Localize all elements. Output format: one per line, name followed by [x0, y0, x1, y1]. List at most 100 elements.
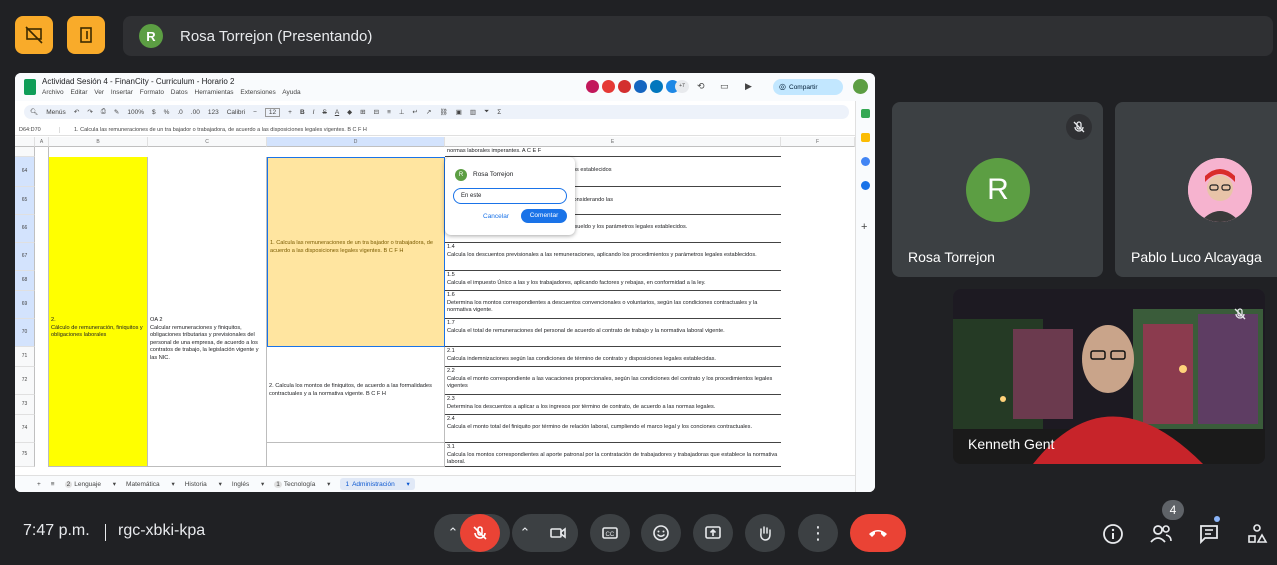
font-size-minus[interactable]: −: [253, 109, 257, 116]
history-icon[interactable]: ⟲: [697, 81, 705, 92]
all-sheets-icon[interactable]: ≡: [51, 481, 55, 488]
tab-ingles[interactable]: Inglés ▾: [232, 480, 264, 488]
row-header[interactable]: [15, 147, 35, 157]
chart-icon[interactable]: ▥: [470, 108, 476, 116]
merge-icon[interactable]: ⊟: [374, 108, 379, 116]
row-header[interactable]: 75: [15, 443, 35, 467]
tasks-icon[interactable]: [861, 157, 870, 166]
currency-button[interactable]: $: [152, 109, 156, 116]
borders-icon[interactable]: ⊞: [360, 108, 365, 116]
tab-administracion[interactable]: 1 Administración ▾: [340, 478, 415, 490]
chat-button[interactable]: [1197, 516, 1221, 546]
zoom-select[interactable]: 100%: [127, 109, 144, 116]
pin-presentation-button[interactable]: [67, 16, 105, 54]
add-sheet-icon[interactable]: +: [37, 481, 41, 488]
fill-color-icon[interactable]: ◆: [347, 108, 352, 116]
cell-d2[interactable]: 2. Calcula los montos de finiquitos, de …: [267, 347, 445, 443]
doc-title[interactable]: Actividad Sesión 4 - FinanCity - Curricu…: [42, 77, 235, 86]
camera-toggle-button[interactable]: [538, 514, 578, 552]
column-header-a[interactable]: A: [35, 137, 49, 147]
valign-icon[interactable]: ⊥: [399, 108, 405, 116]
menu-archivo[interactable]: Archivo: [42, 89, 64, 96]
meeting-details-button[interactable]: [1101, 522, 1125, 546]
cell-c-merged[interactable]: OA 2 Calcular remuneraciones y finiquito…: [148, 157, 267, 467]
activities-button[interactable]: [1245, 522, 1269, 546]
comment-submit-button[interactable]: Comentar: [521, 209, 567, 223]
tab-historia[interactable]: Historia ▾: [185, 480, 222, 488]
cell-f[interactable]: [781, 147, 855, 467]
row-header[interactable]: 67: [15, 243, 35, 271]
cell-e[interactable]: 2.3 Determina los descuentos a aplicar a …: [445, 395, 781, 415]
decimal-increase-icon[interactable]: .00: [191, 109, 200, 116]
row-header[interactable]: 74: [15, 415, 35, 443]
menu-datos[interactable]: Datos: [171, 89, 188, 96]
contacts-icon[interactable]: [861, 181, 870, 190]
keep-icon[interactable]: [861, 133, 870, 142]
participant-tile[interactable]: Pablo Luco Alcayaga: [1115, 102, 1277, 277]
cell-e[interactable]: 1.7 Calcula el total de remuneraciones de…: [445, 319, 781, 347]
raise-hand-button[interactable]: [745, 514, 785, 552]
present-button[interactable]: [693, 514, 733, 552]
paint-format-icon[interactable]: ✎: [114, 108, 119, 116]
row-header[interactable]: 66: [15, 215, 35, 243]
font-select[interactable]: Calibri: [227, 109, 245, 116]
reactions-button[interactable]: [641, 514, 681, 552]
cell-e-top[interactable]: normas laborales imperantes. A C E F: [445, 147, 781, 157]
column-header-f[interactable]: F: [781, 137, 855, 147]
formula-input[interactable]: 1. Calcula las remuneraciones de un tra …: [60, 127, 367, 133]
collaborator-avatar[interactable]: [602, 80, 615, 93]
mic-toggle-button[interactable]: [460, 514, 500, 552]
row-header[interactable]: 72: [15, 367, 35, 395]
comment-input[interactable]: En este: [453, 188, 567, 204]
column-header-e[interactable]: E: [445, 137, 781, 147]
strikethrough-icon[interactable]: S: [322, 109, 326, 116]
cell-b-merged[interactable]: 2. Cálculo de remuneración, finiquitos y…: [49, 157, 148, 467]
cell-d-selected[interactable]: 1. Calcula las remuneraciones de un tra …: [267, 157, 445, 347]
collaborator-overflow[interactable]: +7: [675, 80, 689, 93]
font-size-plus[interactable]: +: [288, 109, 292, 116]
tab-matematica[interactable]: Matemática ▾: [126, 480, 175, 488]
menu-ayuda[interactable]: Ayuda: [282, 89, 300, 96]
tab-tecnologia[interactable]: 1 Tecnología ▾: [274, 480, 330, 488]
decimal-decrease-icon[interactable]: .0: [177, 109, 182, 116]
menu-insertar[interactable]: Insertar: [111, 89, 133, 96]
row-header[interactable]: 65: [15, 187, 35, 215]
row-header[interactable]: 64: [15, 157, 35, 187]
undo-icon[interactable]: ↶: [74, 108, 79, 116]
menu-herramientas[interactable]: Herramientas: [195, 89, 234, 96]
redo-icon[interactable]: ↷: [87, 108, 92, 116]
menu-ver[interactable]: Ver: [94, 89, 104, 96]
percent-button[interactable]: %: [164, 109, 170, 116]
number-format-button[interactable]: 123: [208, 109, 219, 116]
collaborator-avatar[interactable]: [634, 80, 647, 93]
user-avatar[interactable]: [853, 79, 868, 94]
column-header-c[interactable]: C: [148, 137, 267, 147]
cell-a[interactable]: [35, 147, 49, 467]
cell-e[interactable]: 1.5 Calcula el impuesto Único a las y los…: [445, 271, 781, 291]
meeting-code[interactable]: rgc-xbki-kpa: [118, 522, 205, 540]
cell-d3[interactable]: [267, 443, 445, 467]
hide-presentation-button[interactable]: [15, 16, 53, 54]
align-icon[interactable]: ≡: [387, 109, 391, 116]
spreadsheet-grid[interactable]: A B C D E F 64 65 66 67 68 69 70 71 72 7…: [15, 137, 855, 467]
functions-icon[interactable]: Σ: [497, 109, 501, 116]
add-addon-icon[interactable]: +: [861, 221, 867, 233]
row-header[interactable]: 68: [15, 271, 35, 291]
menu-editar[interactable]: Editar: [71, 89, 88, 96]
column-header-b[interactable]: B: [49, 137, 148, 147]
more-options-button[interactable]: ⋮: [798, 514, 838, 552]
cell-e[interactable]: 1.4 Calcula los descuentos previsionales …: [445, 243, 781, 271]
menu-extensiones[interactable]: Extensiones: [240, 89, 275, 96]
cell-e[interactable]: 2.4 Calcula el monto total del finiquito …: [445, 415, 781, 443]
search-icon[interactable]: 🔍︎: [30, 108, 38, 116]
wrap-icon[interactable]: ↵: [413, 108, 418, 116]
cell-e[interactable]: 3.1 Calcula los montos correspondientes a…: [445, 443, 781, 467]
row-header[interactable]: 71: [15, 347, 35, 367]
column-header-d[interactable]: D: [267, 137, 445, 147]
share-button[interactable]: ◎ Compartir: [773, 79, 843, 95]
collaborator-avatar[interactable]: [650, 80, 663, 93]
meet-icon[interactable]: ▶: [745, 81, 752, 92]
comments-icon[interactable]: ▭: [720, 81, 729, 92]
calendar-icon[interactable]: [861, 109, 870, 118]
participant-tile[interactable]: Kenneth Gent: [953, 289, 1265, 464]
